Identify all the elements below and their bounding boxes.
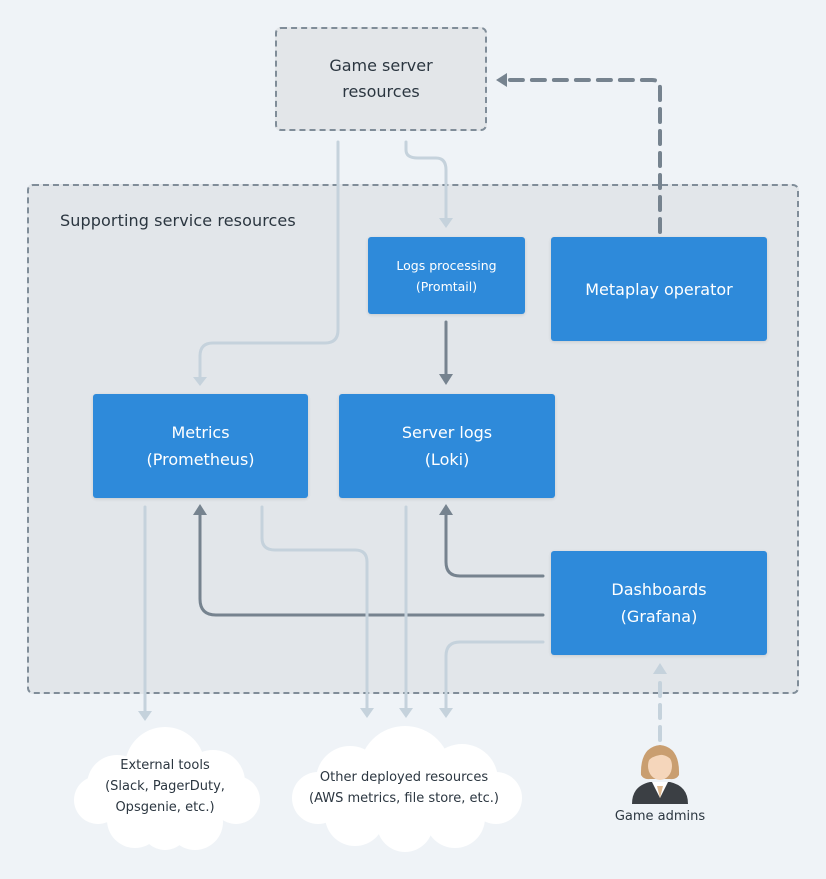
arrowhead — [193, 504, 207, 515]
metaplay-operator-node[interactable]: Metaplay operator — [551, 237, 767, 341]
logs-processing-node[interactable]: Logs processing (Promtail) — [368, 237, 525, 314]
node-label-line1: Logs processing — [396, 257, 497, 273]
arrowhead — [439, 218, 453, 228]
arrowhead — [399, 708, 413, 718]
edge-gameserver-metrics — [198, 140, 340, 380]
dashboards-node[interactable]: Dashboards (Grafana) — [551, 551, 767, 655]
arrowhead — [439, 708, 453, 718]
node-label-line1: Metrics — [171, 423, 230, 442]
edge-dashboards-loki — [444, 512, 545, 578]
arrowhead — [193, 377, 207, 386]
cloud-label-line1: External tools — [120, 758, 210, 773]
edge-dashboards-metrics — [198, 512, 545, 617]
node-label-line2: (Grafana) — [620, 607, 698, 626]
node-label-line1: Metaplay operator — [585, 279, 733, 299]
edge-metrics-other — [260, 505, 369, 711]
node-label-line1: Dashboards — [611, 580, 707, 599]
arrowhead — [138, 711, 152, 721]
person-icon — [632, 745, 688, 804]
arrowhead — [439, 374, 453, 385]
node-label-line2: (Prometheus) — [146, 450, 255, 469]
arrowhead — [496, 73, 507, 87]
server-logs-node[interactable]: Server logs (Loki) — [339, 394, 555, 498]
arrowhead — [653, 663, 667, 674]
arrowhead — [439, 504, 453, 515]
edge-dashboards-other — [444, 640, 545, 711]
cloud-label-line2: (Slack, PagerDuty, — [105, 779, 225, 794]
external-tools-label: External tools (Slack, PagerDuty, Opsgen… — [82, 755, 248, 818]
arrowhead — [360, 708, 374, 718]
edge-gameserver-promtail — [404, 140, 448, 221]
game-admins-label: Game admins — [614, 809, 706, 824]
cloud-label-line2: (AWS metrics, file store, etc.) — [309, 791, 499, 806]
cloud-label-line3: Opsgenie, etc.) — [115, 800, 215, 815]
cloud-label-line1: Other deployed resources — [319, 770, 489, 785]
other-resources-label: Other deployed resources (AWS metrics, f… — [296, 767, 512, 809]
node-label-line2: (Loki) — [424, 450, 470, 469]
metrics-node[interactable]: Metrics (Prometheus) — [93, 394, 308, 498]
node-label-line1: Server logs — [401, 423, 493, 442]
node-label-line2: (Promtail) — [415, 278, 478, 294]
edge-operator-gameserver — [504, 78, 662, 234]
